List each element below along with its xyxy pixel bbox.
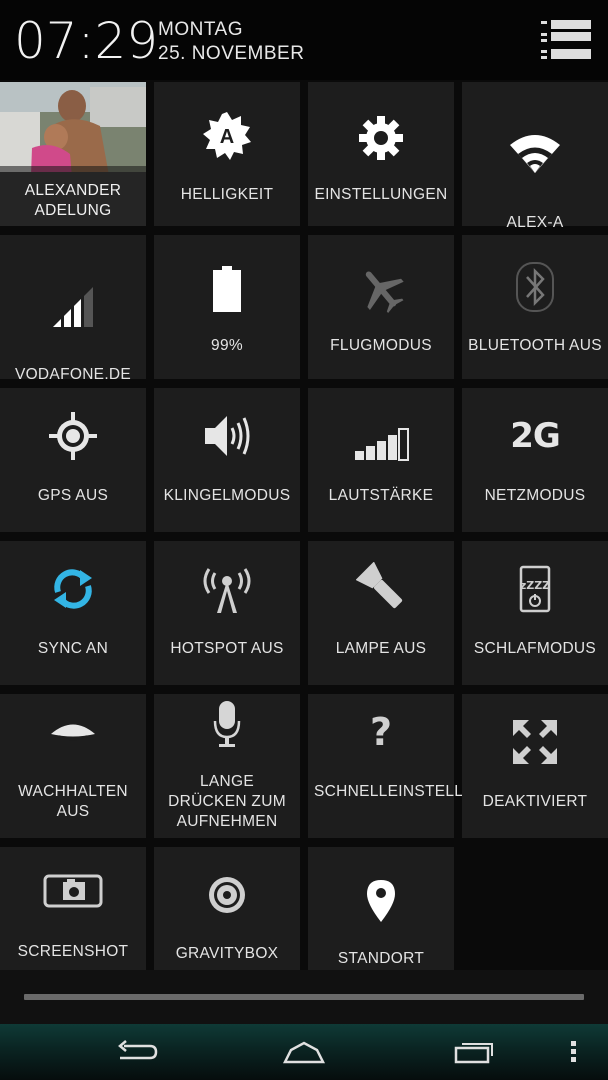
- tile-label: WACHHALTEN AUS: [18, 783, 128, 820]
- date[interactable]: 25. NOVEMBER: [158, 43, 304, 65]
- tile-gravitybox[interactable]: GRAVITYBOX: [154, 847, 300, 971]
- tile-sync[interactable]: SYNC AN: [0, 541, 146, 685]
- tile-hotspot[interactable]: HOTSPOT AUS: [154, 541, 300, 685]
- tile-mobile-signal[interactable]: VODAFONE.DE: [0, 235, 146, 383]
- tile-label: NETZMODUS: [484, 487, 586, 504]
- quick-settings-grid: ALEXANDER ADELUNG A HELLIGKEIT EINSTELLU…: [0, 80, 608, 971]
- tile-screenshot[interactable]: SCREENSHOT: [0, 847, 146, 971]
- airplane-icon: [365, 271, 404, 314]
- overflow-menu-button[interactable]: [560, 1034, 588, 1070]
- tile-profile[interactable]: ALEXANDER ADELUNG: [0, 82, 146, 226]
- tile-label: LAUTSTÄRKE: [328, 487, 434, 504]
- tile-brightness[interactable]: A HELLIGKEIT: [154, 82, 300, 226]
- flashlight-icon: [356, 562, 403, 609]
- tile-label: 99%: [211, 337, 243, 354]
- expand-icon: [513, 720, 557, 764]
- tile-stay-awake[interactable]: WACHHALTEN AUS: [0, 694, 146, 838]
- tile-settings[interactable]: EINSTELLUNGEN: [308, 82, 454, 226]
- status-header: 07:29 MONTAG 25. NOVEMBER: [0, 0, 608, 80]
- gravitybox-icon: [209, 877, 245, 913]
- tile-label: SCREENSHOT: [17, 943, 129, 960]
- back-button[interactable]: [108, 1034, 164, 1070]
- tile-label: STANDORT: [337, 950, 425, 967]
- tile-label: GRAVITYBOX: [175, 945, 279, 962]
- battery-icon: [213, 266, 241, 312]
- drag-handle[interactable]: [24, 994, 584, 1000]
- svg-text:zZZZ: zZZZ: [520, 579, 550, 592]
- notifications-toggle-button[interactable]: [537, 18, 593, 64]
- tile-label: SCHLAFMODUS: [473, 640, 597, 657]
- tile-label: SCHNELLEINSTELLUNGEN: [314, 783, 521, 800]
- recents-icon: [454, 1043, 493, 1064]
- panel-bottom: [0, 970, 608, 1024]
- tile-gps[interactable]: GPS AUS: [0, 388, 146, 532]
- microphone-icon: [213, 701, 241, 747]
- tile-ringer-mode[interactable]: KLINGELMODUS: [154, 388, 300, 532]
- tile-label: ALEXANDER ADELUNG: [24, 182, 122, 219]
- gear-icon: [359, 116, 403, 160]
- clock[interactable]: 07:29: [14, 12, 158, 70]
- list-icon: [541, 20, 591, 59]
- svg-text:A: A: [220, 126, 234, 148]
- tile-label: SYNC AN: [37, 640, 109, 657]
- network-2g-icon: 2G: [510, 416, 561, 456]
- eye-icon: [51, 724, 95, 741]
- gps-icon: [49, 412, 97, 460]
- tile-label: FLUGMODUS: [330, 337, 432, 354]
- tile-battery[interactable]: 99%: [154, 235, 300, 379]
- tile-label: VODAFONE.DE: [14, 366, 132, 383]
- tile-sleep-mode[interactable]: zZZZ SCHLAFMODUS: [462, 541, 608, 685]
- weekday[interactable]: MONTAG: [158, 19, 243, 41]
- home-icon: [282, 1041, 326, 1064]
- tile-label: LAMPE AUS: [335, 640, 427, 657]
- overflow-menu-icon: [571, 1041, 576, 1062]
- tile-label: DEAKTIVIERT: [482, 793, 588, 810]
- bluetooth-icon: [516, 262, 554, 312]
- brightness-auto-icon: A: [203, 112, 251, 160]
- speaker-icon: [205, 416, 250, 456]
- tile-label: GPS AUS: [37, 487, 109, 504]
- question-icon: ?: [369, 710, 393, 754]
- home-button[interactable]: [276, 1034, 332, 1070]
- tile-bluetooth[interactable]: BLUETOOTH AUS: [462, 235, 608, 379]
- tile-label: KLINGELMODUS: [163, 487, 291, 504]
- tile-label: LANGE DRÜCKEN ZUM AUFNEHMEN: [168, 773, 286, 830]
- wifi-icon: [510, 135, 560, 173]
- tile-label: BLUETOOTH AUS: [468, 337, 602, 354]
- tile-label: ALEX-A: [506, 214, 564, 231]
- tile-wifi[interactable]: ALEX-A: [462, 82, 608, 231]
- tile-airplane-mode[interactable]: FLUGMODUS: [308, 235, 454, 379]
- navigation-bar: [0, 1024, 608, 1080]
- tile-label: EINSTELLUNGEN: [314, 186, 448, 203]
- hotspot-icon: [203, 568, 251, 613]
- tile-flashlight[interactable]: LAMPE AUS: [308, 541, 454, 685]
- tile-expanded-desktop[interactable]: DEAKTIVIERT: [462, 694, 608, 838]
- signal-icon: [53, 285, 93, 329]
- camera-icon: [43, 874, 103, 908]
- recents-button[interactable]: [446, 1034, 502, 1070]
- back-icon: [118, 1040, 158, 1060]
- sync-icon: [54, 569, 92, 609]
- sleep-icon: zZZZ: [519, 565, 551, 613]
- tile-volume[interactable]: LAUTSTÄRKE: [308, 388, 454, 532]
- tile-quick-settings[interactable]: ? SCHNELLEINSTELLUNGEN: [308, 694, 521, 838]
- location-pin-icon: [367, 880, 395, 922]
- volume-bars-icon: [355, 428, 409, 461]
- tile-long-press-record[interactable]: LANGE DRÜCKEN ZUM AUFNEHMEN: [154, 694, 300, 838]
- tile-label: HOTSPOT AUS: [170, 640, 284, 657]
- tile-label: HELLIGKEIT: [180, 186, 274, 203]
- tile-location[interactable]: STANDORT: [308, 847, 454, 971]
- tile-network-mode[interactable]: 2G NETZMODUS: [462, 388, 608, 532]
